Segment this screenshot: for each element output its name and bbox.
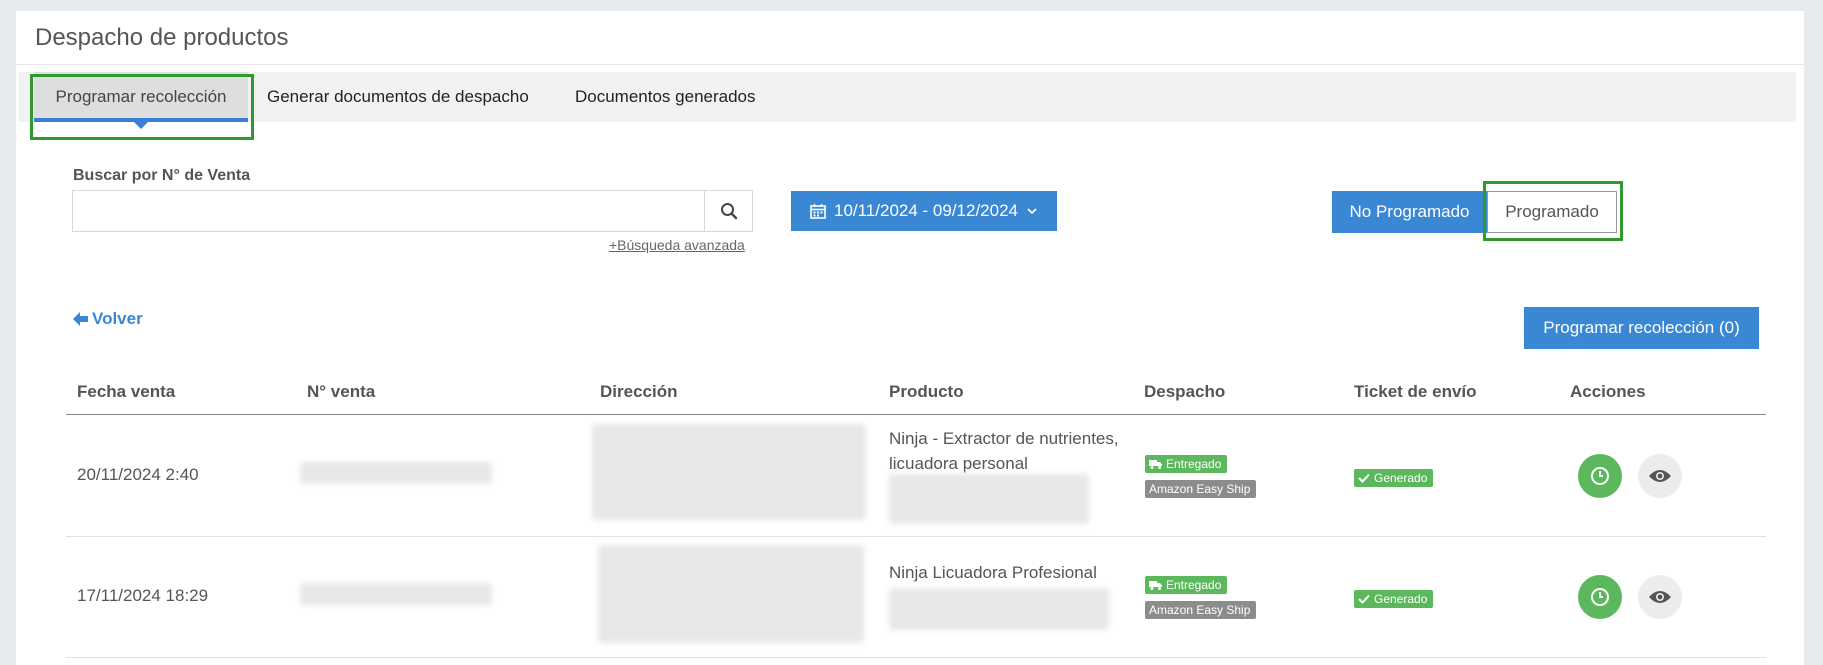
highlight-box-tab [30,74,254,140]
cell-producto: Ninja Licuadora Profesional [889,563,1097,582]
truck-icon [1149,581,1162,590]
back-link-label: Volver [92,309,143,328]
tab-bar: Programar recolección Generar documentos… [19,72,1796,129]
despacho-service-badge: Amazon Easy Ship [1145,601,1257,619]
date-range-button[interactable]: 10/11/2024 - 09/12/2024 [791,191,1057,231]
schedule-action-button[interactable] [1578,454,1622,498]
tab-label: Generar documentos de despacho [267,87,529,106]
schedule-action-button[interactable] [1578,575,1622,619]
tab-generar-documentos[interactable]: Generar documentos de despacho [267,72,529,122]
column-header-ticket: Ticket de envío [1354,382,1477,401]
truck-icon [1149,460,1162,469]
badge-label: Generado [1374,471,1428,485]
advanced-search-link[interactable]: +Búsqueda avanzada [609,237,745,253]
column-header-direccion: Dirección [600,382,678,401]
badge-label: Entregado [1166,578,1222,592]
table-header-divider [66,414,1766,415]
redacted-numero-venta [300,462,492,484]
calendar-icon [810,204,826,219]
search-input[interactable] [73,191,704,231]
cell-fecha: 20/11/2024 2:40 [77,465,199,484]
redacted-numero-venta [300,583,492,605]
date-range-label: 10/11/2024 - 09/12/2024 [833,201,1018,220]
eye-icon [1649,591,1671,603]
search-icon [720,203,737,220]
redacted-direccion [598,545,864,643]
search-label: Buscar por N° de Venta [73,167,251,184]
search-button[interactable] [704,191,752,231]
view-action-button[interactable] [1638,454,1682,498]
cell-producto: Ninja - Extractor de nutrientes, licuado… [889,429,1119,473]
redacted-producto-detalle [889,474,1089,524]
eye-icon [1649,470,1671,482]
page-title: Despacho de productos [16,11,1804,65]
badge-label: Generado [1374,592,1428,606]
cell-fecha: 17/11/2024 18:29 [77,586,209,605]
column-header-acciones: Acciones [1570,382,1646,401]
column-header-numero-venta: N° venta [307,382,376,401]
badge-label: Entregado [1166,457,1222,471]
badge-label: Amazon Easy Ship [1149,603,1251,617]
redacted-direccion [592,424,866,520]
back-link[interactable]: Volver [73,309,143,329]
despacho-status-badge: Entregado [1145,455,1228,473]
column-header-despacho: Despacho [1144,382,1226,401]
clock-icon [1591,588,1609,606]
redacted-producto-detalle [889,588,1109,630]
view-action-button[interactable] [1638,575,1682,619]
arrow-left-icon [73,312,88,326]
row-divider [66,657,1766,658]
badge-label: Amazon Easy Ship [1149,482,1251,496]
row-divider [66,536,1766,537]
ticket-status-badge: Generado [1354,469,1434,487]
tab-documentos-generados[interactable]: Documentos generados [575,72,756,122]
despacho-status-badge: Entregado [1145,576,1228,594]
check-icon [1358,473,1370,483]
search-box [72,190,753,232]
schedule-pickup-button[interactable]: Programar recolección (0) [1524,307,1759,349]
column-header-producto: Producto [889,382,964,401]
highlight-box-programado [1483,181,1623,241]
check-icon [1358,594,1370,604]
no-programado-button[interactable]: No Programado [1332,191,1487,233]
clock-icon [1591,467,1609,485]
ticket-status-badge: Generado [1354,590,1434,608]
chevron-down-icon [1027,208,1037,215]
column-header-fecha: Fecha venta [77,382,176,401]
despacho-service-badge: Amazon Easy Ship [1145,480,1257,498]
tab-label: Documentos generados [575,87,756,106]
